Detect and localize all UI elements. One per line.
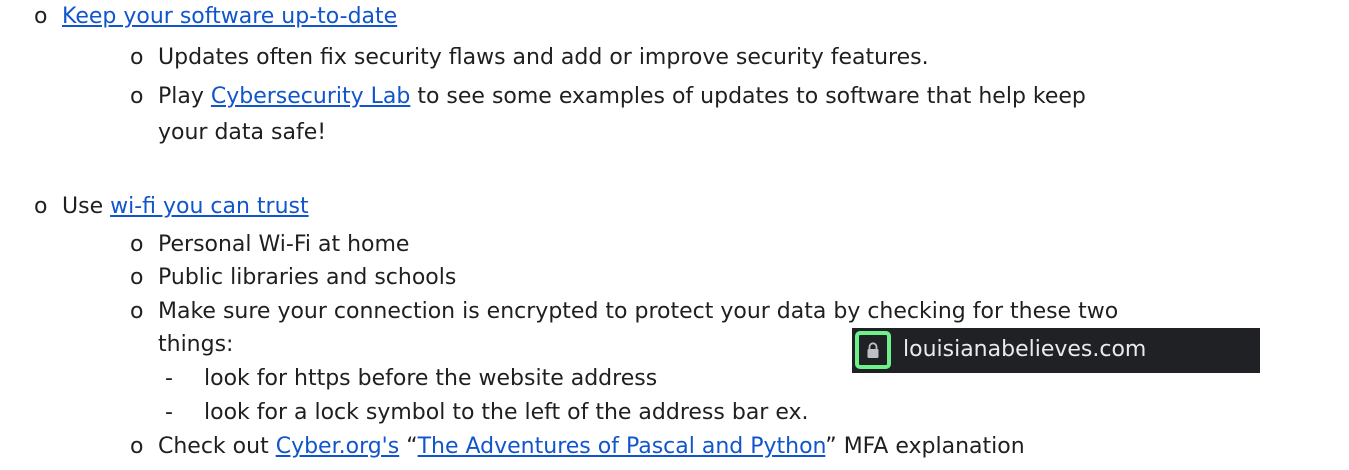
dash-bullet: - [165, 366, 173, 391]
bullet: o [130, 434, 144, 459]
list-item-suffix: to see some examples of updates to softw… [410, 84, 1086, 109]
section2-prefix: Use [62, 194, 111, 219]
bullet: o [130, 45, 144, 70]
check-prefix: Check out [158, 434, 276, 459]
address-url: louisianabelieves.com [903, 337, 1147, 362]
pascal-python-link[interactable]: The Adventures of Pascal and Python [418, 434, 826, 459]
wifi-trust-link[interactable]: wi-fi you can trust [110, 194, 309, 219]
bullet: o [130, 232, 144, 257]
lock-highlight [855, 331, 891, 369]
bullet: o [34, 4, 48, 29]
sub-list-item: look for a lock symbol to the left of th… [204, 400, 809, 425]
cyber-org-link[interactable]: Cyber.org's [276, 434, 400, 459]
dash-bullet: - [165, 400, 173, 425]
address-bar-example: louisianabelieves.com [852, 328, 1260, 373]
list-item: Personal Wi-Fi at home [158, 232, 410, 257]
list-item: Play Cybersecurity Lab to see some examp… [158, 82, 1086, 112]
keep-software-updated-link[interactable]: Keep your software up-to-date [62, 4, 397, 29]
section1-heading: Keep your software up-to-date [62, 2, 397, 32]
list-item-continuation: your data safe! [158, 120, 327, 145]
bullet: o [34, 194, 48, 219]
list-item: Make sure your connection is encrypted t… [158, 299, 1119, 324]
cybersecurity-lab-link[interactable]: Cybersecurity Lab [211, 84, 410, 109]
check-suffix: ” MFA explanation [825, 434, 1025, 459]
list-item-continuation: things: [158, 332, 234, 357]
bullet: o [130, 299, 144, 324]
section2-heading: Use wi-fi you can trust [62, 192, 309, 222]
sub-list-item: look for https before the website addres… [204, 366, 658, 391]
bullet: o [130, 84, 144, 109]
list-item: Updates often fix security flaws and add… [158, 45, 929, 70]
list-item-prefix: Play [158, 84, 211, 109]
check-quote-open: “ [399, 434, 418, 459]
list-item: Public libraries and schools [158, 265, 457, 290]
list-item: Check out Cyber.org's “The Adventures of… [158, 432, 1025, 462]
lock-icon [867, 341, 879, 358]
bullet: o [130, 265, 144, 290]
